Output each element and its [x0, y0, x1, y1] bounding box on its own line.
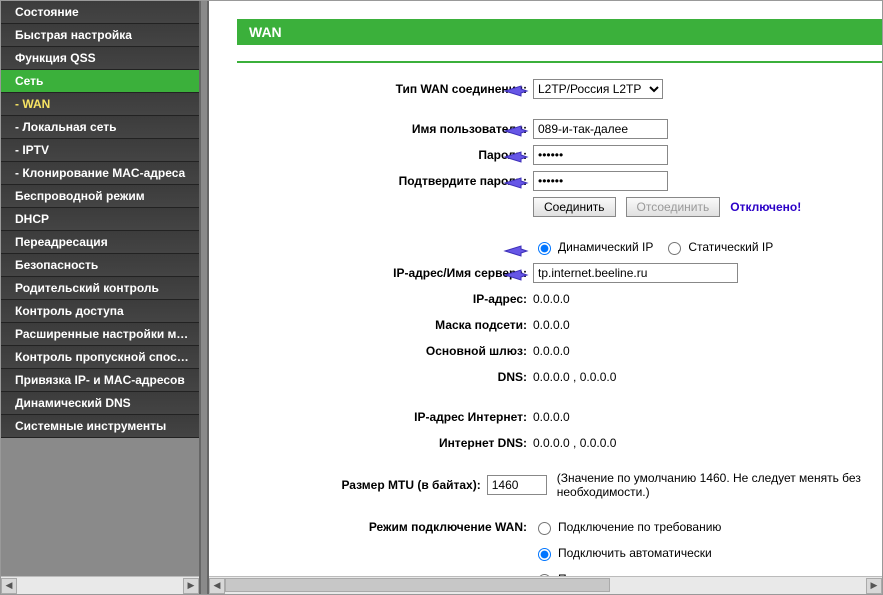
connect-button[interactable]: Соединить	[533, 197, 616, 217]
confirm-password-label: Подтвердите пароль:	[237, 174, 533, 188]
static-ip-radio[interactable]: Статический IP	[663, 239, 773, 255]
sidebar-item-18[interactable]: Системные инструменты	[1, 415, 199, 438]
wan-mode-label: Режим подключение WAN:	[237, 520, 533, 534]
sidebar-item-17[interactable]: Динамический DNS	[1, 392, 199, 415]
sidebar-item-6[interactable]: - IPTV	[1, 139, 199, 162]
internet-dns-value: 0.0.0.0 , 0.0.0.0	[533, 436, 616, 450]
scroll-left-icon[interactable]: ◀	[1, 578, 17, 594]
ip-label: IP-адрес:	[237, 292, 533, 306]
sidebar-item-10[interactable]: Переадресация	[1, 231, 199, 254]
sidebar-item-11[interactable]: Безопасность	[1, 254, 199, 277]
hscroll-thumb[interactable]	[225, 578, 610, 592]
username-input[interactable]	[533, 119, 668, 139]
mode-manual-radio[interactable]: Подключить вручную	[533, 571, 676, 576]
main-hscrollbar[interactable]: ◀ ▶	[209, 576, 882, 594]
dns-value: 0.0.0.0 , 0.0.0.0	[533, 370, 616, 384]
sidebar-item-12[interactable]: Родительский контроль	[1, 277, 199, 300]
ip-value: 0.0.0.0	[533, 292, 570, 306]
server-label: IP-адрес/Имя сервера:	[237, 266, 533, 280]
mode-auto-radio[interactable]: Подключить автоматически	[533, 545, 712, 561]
page-title: WAN	[237, 19, 882, 45]
sidebar-item-14[interactable]: Расширенные настройки маршрутизации	[1, 323, 199, 346]
disconnect-button[interactable]: Отсоединить	[626, 197, 721, 217]
main-scroll[interactable]: WAN Тип WAN соединения: L2TP/Россия L2TP	[209, 1, 882, 576]
sidebar-item-2[interactable]: Функция QSS	[1, 47, 199, 70]
sidebar-item-9[interactable]: DHCP	[1, 208, 199, 231]
password-label: Пароль:	[237, 148, 533, 162]
sidebar-item-16[interactable]: Привязка IP- и MAC-адресов	[1, 369, 199, 392]
confirm-password-input[interactable]	[533, 171, 668, 191]
sidebar-item-1[interactable]: Быстрая настройка	[1, 24, 199, 47]
sidebar-item-13[interactable]: Контроль доступа	[1, 300, 199, 323]
password-input[interactable]	[533, 145, 668, 165]
mode-on-demand-radio[interactable]: Подключение по требованию	[533, 519, 721, 535]
scroll-left-icon[interactable]: ◀	[209, 578, 225, 594]
pane-divider[interactable]	[199, 1, 209, 594]
gateway-label: Основной шлюз:	[237, 344, 533, 358]
mask-value: 0.0.0.0	[533, 318, 570, 332]
connection-type-select[interactable]: L2TP/Россия L2TP	[533, 79, 663, 99]
sidebar-item-0[interactable]: Состояние	[1, 1, 199, 24]
sidebar-item-3[interactable]: Сеть	[1, 70, 199, 93]
gateway-value: 0.0.0.0	[533, 344, 570, 358]
dynamic-ip-radio[interactable]: Динамический IP	[533, 239, 653, 255]
sidebar-item-8[interactable]: Беспроводной режим	[1, 185, 199, 208]
internet-ip-label: IP-адрес Интернет:	[237, 410, 533, 424]
sidebar-scroll[interactable]: СостояниеБыстрая настройкаФункция QSSСет…	[1, 1, 199, 576]
mtu-input[interactable]	[487, 475, 547, 495]
main-pane: WAN Тип WAN соединения: L2TP/Россия L2TP	[209, 1, 882, 594]
username-label: Имя пользователя:	[237, 122, 533, 136]
connection-type-label: Тип WAN соединения:	[237, 82, 533, 96]
internet-dns-label: Интернет DNS:	[237, 436, 533, 450]
scroll-right-icon[interactable]: ▶	[183, 578, 199, 594]
connection-status: Отключено!	[730, 200, 801, 214]
mask-label: Маска подсети:	[237, 318, 533, 332]
sidebar-item-15[interactable]: Контроль пропускной способности	[1, 346, 199, 369]
sidebar: СостояниеБыстрая настройкаФункция QSSСет…	[1, 1, 199, 594]
dns-label: DNS:	[237, 370, 533, 384]
scroll-right-icon[interactable]: ▶	[866, 578, 882, 594]
sidebar-item-7[interactable]: - Клонирование MAC-адреса	[1, 162, 199, 185]
mtu-label: Размер MTU (в байтах):	[237, 478, 487, 492]
sidebar-item-4[interactable]: - WAN	[1, 93, 199, 116]
divider	[237, 61, 882, 63]
sidebar-item-5[interactable]: - Локальная сеть	[1, 116, 199, 139]
sidebar-hscrollbar[interactable]: ◀ ▶	[1, 576, 199, 594]
internet-ip-value: 0.0.0.0	[533, 410, 570, 424]
server-input[interactable]	[533, 263, 738, 283]
mtu-help: (Значение по умолчанию 1460. Не следует …	[557, 471, 882, 499]
